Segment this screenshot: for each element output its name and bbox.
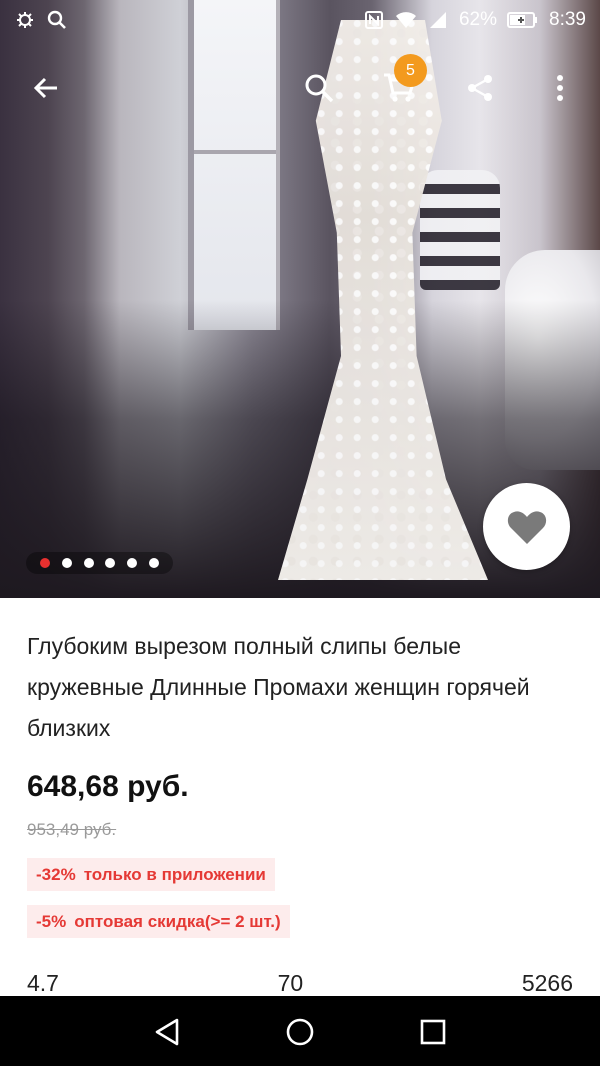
system-nav-bar — [0, 996, 600, 1066]
battery-percent: 62% — [458, 9, 498, 30]
promo-text: только в приложении — [83, 864, 266, 884]
pager-dot[interactable] — [127, 558, 138, 568]
orders-count[interactable]: 5266 — [522, 966, 573, 996]
nav-back-icon[interactable] — [143, 1008, 191, 1056]
back-arrow-icon[interactable] — [22, 64, 70, 112]
product-title: Глубоким вырезом полный слипы белые круж… — [27, 633, 530, 741]
reviews-count[interactable]: 70 — [278, 966, 304, 996]
cart-count-badge: 5 — [394, 54, 427, 87]
search-icon[interactable] — [295, 64, 343, 112]
settings-bug-icon — [14, 9, 36, 31]
share-icon[interactable] — [456, 64, 504, 112]
product-old-price: 953,49 руб. — [27, 820, 117, 839]
pager-dot[interactable] — [149, 558, 160, 568]
product-stats: 4.7 70 5266 — [27, 966, 573, 996]
pager-dot[interactable] — [105, 558, 116, 568]
promo-discount: -5% — [36, 911, 67, 931]
heart-icon — [507, 510, 546, 544]
promo-text: оптовая скидка(>= 2 шт.) — [74, 911, 281, 931]
image-window-bg — [188, 0, 280, 330]
rating-value[interactable]: 4.7 — [27, 966, 59, 996]
clock: 8:39 — [549, 9, 586, 30]
nav-recents-icon[interactable] — [409, 1008, 457, 1056]
image-chair-bg — [420, 170, 500, 290]
nav-home-icon[interactable] — [276, 1008, 324, 1056]
product-price: 648,68 руб. — [27, 770, 189, 803]
image-pager — [26, 552, 173, 574]
battery-icon — [507, 9, 539, 31]
pager-dot[interactable] — [61, 558, 72, 568]
pager-dot-active[interactable] — [39, 558, 50, 568]
search-icon — [46, 9, 68, 31]
more-vert-icon[interactable] — [536, 64, 584, 112]
promo-app-discount: -32% только в приложении — [27, 858, 275, 891]
signal-icon — [427, 9, 449, 31]
top-toolbar — [0, 56, 600, 120]
nfc-icon — [363, 9, 385, 31]
favorite-button[interactable] — [483, 483, 570, 570]
promo-discount: -32% — [36, 864, 76, 884]
promo-wholesale-discount: -5% оптовая скидка(>= 2 шт.) — [27, 905, 290, 938]
wifi-icon — [395, 9, 417, 31]
pager-dot[interactable] — [83, 558, 94, 568]
status-bar: 62% 8:39 — [0, 0, 600, 40]
